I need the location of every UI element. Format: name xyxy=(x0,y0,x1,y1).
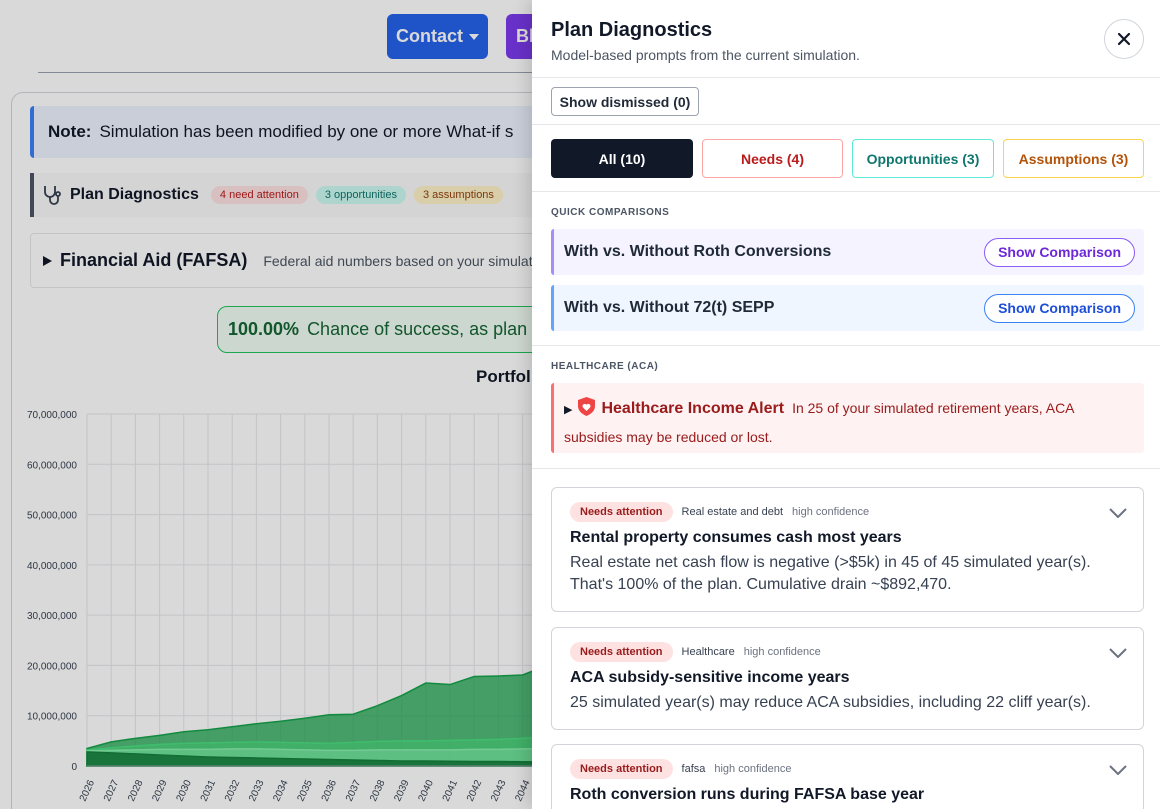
section-divider xyxy=(532,345,1160,346)
chevron-down-icon[interactable] xyxy=(1109,648,1127,658)
comparison-sepp-label: With vs. Without 72(t) SEPP xyxy=(564,299,775,316)
card-meta: Needs attention fafsa high confidence xyxy=(570,759,1125,779)
healthcare-section-label: HEALTHCARE (ACA) xyxy=(551,361,659,372)
aca-alert-title: Healthcare Income Alert xyxy=(601,400,785,417)
section-divider xyxy=(532,468,1160,469)
comparison-roth-label: With vs. Without Roth Conversions xyxy=(564,243,832,260)
needs-attention-badge: Needs attention xyxy=(570,759,673,779)
drawer-title: Plan Diagnostics xyxy=(551,19,713,41)
close-button[interactable] xyxy=(1104,19,1144,59)
comparison-sepp: With vs. Without 72(t) SEPP Show Compari… xyxy=(551,285,1144,331)
needs-attention-badge: Needs attention xyxy=(570,642,673,662)
tab-all[interactable]: All (10) xyxy=(551,139,693,178)
needs-attention-badge: Needs attention xyxy=(570,502,673,522)
tab-needs[interactable]: Needs (4) xyxy=(702,139,843,178)
card-confidence: high confidence xyxy=(714,763,792,775)
healthcare-income-alert[interactable]: ▶ Healthcare Income Alert In 25 of your s… xyxy=(551,383,1144,453)
card-meta: Needs attention Healthcare high confiden… xyxy=(570,642,1125,662)
drawer-subtitle: Model-based prompts from the current sim… xyxy=(551,47,860,63)
card-category: Healthcare xyxy=(681,646,735,658)
shield-heart-icon xyxy=(578,397,596,416)
card-meta: Needs attention Real estate and debt hig… xyxy=(570,502,1125,522)
show-comparison-roth-button[interactable]: Show Comparison xyxy=(984,237,1135,267)
plan-diagnostics-drawer: Plan Diagnostics Model-based prompts fro… xyxy=(532,0,1160,809)
card-body: 25 simulated year(s) may reduce ACA subs… xyxy=(570,694,1091,711)
tab-opportunities[interactable]: Opportunities (3) xyxy=(852,139,994,178)
card-body: Real estate net cash flow is negative (>… xyxy=(570,554,1091,593)
tab-assumptions[interactable]: Assumptions (3) xyxy=(1003,139,1144,178)
card-title: Rental property consumes cash most years xyxy=(570,529,902,546)
card-confidence: high confidence xyxy=(792,506,870,518)
chevron-down-icon[interactable] xyxy=(1109,765,1127,775)
card-category: fafsa xyxy=(681,763,706,775)
diagnostic-card[interactable]: Needs attention Real estate and debt hig… xyxy=(551,487,1144,612)
chevron-down-icon[interactable] xyxy=(1109,508,1127,518)
drawer-header: Plan Diagnostics Model-based prompts fro… xyxy=(532,0,1160,78)
comparison-roth: With vs. Without Roth Conversions Show C… xyxy=(551,229,1144,275)
card-title: Roth conversion runs during FAFSA base y… xyxy=(570,786,925,803)
diagnostic-card[interactable]: Needs attention Healthcare high confiden… xyxy=(551,627,1144,730)
filter-tabs: All (10) Needs (4) Opportunities (3) Ass… xyxy=(532,124,1160,192)
expand-triangle-icon: ▶ xyxy=(564,404,573,416)
diagnostic-card[interactable]: Needs attention fafsa high confidence Ro… xyxy=(551,744,1144,809)
modal-backdrop[interactable] xyxy=(0,0,532,809)
show-comparison-sepp-button[interactable]: Show Comparison xyxy=(984,293,1135,323)
close-icon xyxy=(1117,32,1131,46)
card-title: ACA subsidy-sensitive income years xyxy=(570,669,850,686)
show-dismissed-button[interactable]: Show dismissed (0) xyxy=(551,87,699,116)
card-category: Real estate and debt xyxy=(681,506,784,518)
card-confidence: high confidence xyxy=(743,646,821,658)
quick-comparisons-label: QUICK COMPARISONS xyxy=(551,207,670,218)
